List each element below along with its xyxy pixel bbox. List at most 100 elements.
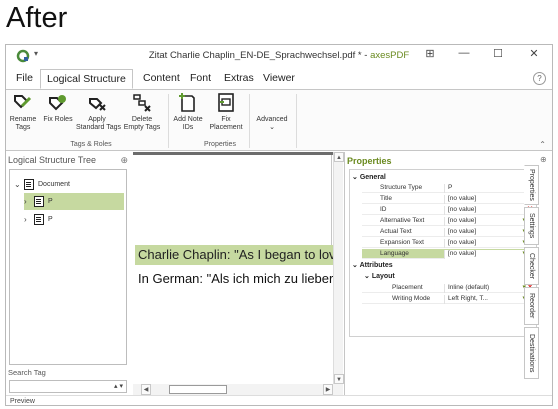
property-name: Writing Mode xyxy=(392,295,431,302)
property-row[interactable]: Expansion Text [no value] ▾ ✕ xyxy=(362,238,534,248)
grid-icon[interactable]: ⊞ xyxy=(420,47,440,60)
tab-extras[interactable]: Extras xyxy=(218,69,260,89)
side-tab-settings[interactable]: Settings xyxy=(524,207,539,245)
tree-node-p[interactable]: › P xyxy=(24,211,124,228)
document-icon xyxy=(24,179,34,190)
advanced-button[interactable]: Advanced ⌄ xyxy=(254,116,290,132)
fix-placement-button[interactable]: Fix Placement xyxy=(206,92,246,132)
preview-bar: Preview xyxy=(6,395,552,405)
search-nav-icon[interactable]: ▴ ▾ xyxy=(114,382,123,390)
property-name: Structure Type xyxy=(380,184,423,191)
delete-empty-tags-button[interactable]: Delete Empty Tags xyxy=(122,92,162,132)
tree-node-label: Document xyxy=(38,181,70,188)
property-value[interactable]: Left Right, T... xyxy=(444,295,534,304)
tree-node-label: P xyxy=(48,198,53,205)
tab-content[interactable]: Content xyxy=(137,69,186,89)
property-row[interactable]: Placement Inline (default) ▾ ✕ xyxy=(362,283,534,293)
property-row[interactable]: Actual Text [no value] ▾ ✕ xyxy=(362,227,534,237)
scroll-down-icon[interactable]: ▼ xyxy=(334,374,344,384)
tree-node-document[interactable]: ⌄ Document xyxy=(14,176,124,193)
ribbon-tabs: File Logical Structure Content Font Extr… xyxy=(6,69,552,89)
side-tab-checker[interactable]: Checker xyxy=(524,247,539,285)
property-name: Expansion Text xyxy=(380,239,424,246)
add-note-ids-label: Add Note IDs xyxy=(173,116,203,131)
property-row[interactable]: Title [no value] ✕ xyxy=(362,194,534,204)
property-row[interactable]: Writing Mode Left Right, T... ▾ ✕ xyxy=(362,294,534,304)
section-general[interactable]: ⌄ General xyxy=(352,173,386,181)
property-value[interactable]: [no value] xyxy=(444,239,534,248)
tab-viewer[interactable]: Viewer xyxy=(257,69,301,89)
property-value[interactable]: [no value] xyxy=(444,228,534,237)
expand-chevron-icon[interactable]: › xyxy=(24,215,34,224)
properties-panel: Properties ⌄ General Structure Type P Ti… xyxy=(344,152,538,395)
maximize-button[interactable]: ☐ xyxy=(488,47,508,60)
group-label-properties: Properties xyxy=(204,141,236,148)
fix-roles-icon xyxy=(49,95,66,111)
property-row-language[interactable]: Language [no value] ▾ ✕ xyxy=(362,249,534,259)
preview-label[interactable]: Preview xyxy=(10,398,35,405)
section-layout[interactable]: ⌄ Layout xyxy=(364,272,395,280)
rename-tags-button[interactable]: Rename Tags xyxy=(8,92,38,132)
document-text-line[interactable]: Charlie Chaplin: "As I began to lov xyxy=(138,247,333,262)
pin-icon[interactable]: ⊕ xyxy=(120,155,128,166)
collapse-chevron-icon[interactable]: ⌄ xyxy=(14,180,24,189)
property-name: Alternative Text xyxy=(380,217,425,224)
title-bar: ▾ Zitat Charlie Chaplin_EN-DE_Sprachwech… xyxy=(6,45,552,67)
property-value[interactable]: Inline (default) xyxy=(444,284,534,293)
tab-font[interactable]: Font xyxy=(184,69,217,89)
property-name: ID xyxy=(380,206,387,213)
scroll-thumb[interactable] xyxy=(169,385,227,394)
property-value[interactable]: [no value] xyxy=(444,217,534,226)
advanced-label: Advanced xyxy=(256,116,288,123)
property-value[interactable]: [no value] xyxy=(444,250,534,259)
section-label: General xyxy=(359,174,386,181)
tab-logical-structure[interactable]: Logical Structure xyxy=(40,69,133,89)
minimize-button[interactable]: — xyxy=(454,47,474,59)
horizontal-scrollbar[interactable]: ◀ ▶ xyxy=(133,384,343,395)
document-text-line[interactable]: In German: "Als ich mich zu lieber xyxy=(138,271,333,286)
scroll-left-icon[interactable]: ◀ xyxy=(141,384,151,395)
paragraph-icon xyxy=(34,196,44,207)
collapse-ribbon-icon[interactable]: ⌃ xyxy=(539,140,546,149)
help-icon[interactable]: ? xyxy=(533,72,546,85)
property-row[interactable]: ID [no value] ✕ xyxy=(362,205,534,215)
property-row[interactable]: Alternative Text [no value] ▾ ✕ xyxy=(362,216,534,226)
section-label: Layout xyxy=(371,273,395,280)
rename-tags-label: Rename Tags xyxy=(9,116,37,131)
fix-placement-icon xyxy=(218,93,234,112)
scroll-up-icon[interactable]: ▲ xyxy=(334,152,344,162)
property-value[interactable]: [no value] xyxy=(444,206,534,215)
delete-tags-icon xyxy=(133,94,151,112)
property-value[interactable]: P xyxy=(444,184,534,193)
property-value[interactable]: [no value] xyxy=(444,195,534,204)
tree-node-p[interactable]: › P xyxy=(24,193,124,210)
search-tag-input[interactable]: ▴ ▾ xyxy=(9,380,127,393)
group-label-tags-roles: Tags & Roles xyxy=(70,141,112,148)
fix-roles-button[interactable]: Fix Roles xyxy=(42,92,74,124)
add-note-ids-button[interactable]: Add Note IDs xyxy=(172,92,204,132)
side-tab-reorder[interactable]: Reorder xyxy=(524,287,539,325)
logical-structure-panel: Logical Structure Tree ⊕ ⌄ Document › P … xyxy=(6,152,132,405)
section-attributes[interactable]: ⌄ Attributes xyxy=(352,261,393,269)
advanced-dropdown-icon: ⌄ xyxy=(269,124,275,131)
apply-standard-tags-button[interactable]: Apply Standard Tags xyxy=(76,92,122,132)
property-row[interactable]: Structure Type P xyxy=(362,183,534,193)
side-tab-properties[interactable]: Properties xyxy=(524,165,539,205)
properties-title: Properties xyxy=(347,156,392,166)
apply-standard-tags-label: Apply Standard Tags xyxy=(76,116,122,131)
expand-chevron-icon[interactable]: › xyxy=(24,197,34,206)
vertical-scrollbar[interactable]: ▲ ▼ xyxy=(333,152,344,384)
close-button[interactable]: ✕ xyxy=(524,47,544,60)
scroll-right-icon[interactable]: ▶ xyxy=(323,384,333,395)
paragraph-icon xyxy=(34,214,44,225)
panel-title: Logical Structure Tree xyxy=(8,155,97,165)
tab-file[interactable]: File xyxy=(10,69,39,89)
page-border xyxy=(331,155,332,245)
side-tab-destinations[interactable]: Destinations xyxy=(524,327,539,379)
property-name: Language xyxy=(380,250,409,257)
properties-pin-icon[interactable]: ⊕ xyxy=(540,155,547,164)
add-note-icon xyxy=(179,93,195,112)
ribbon-separator xyxy=(168,94,169,148)
app-window: ▾ Zitat Charlie Chaplin_EN-DE_Sprachwech… xyxy=(5,44,553,406)
delete-empty-tags-label: Delete Empty Tags xyxy=(123,116,161,131)
